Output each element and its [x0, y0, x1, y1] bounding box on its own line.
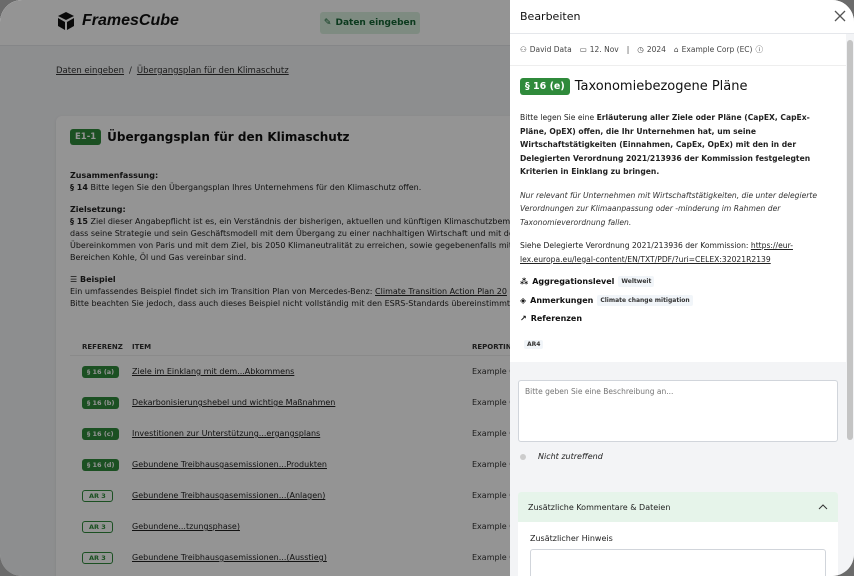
description-input[interactable]: [518, 380, 838, 442]
datapoint-description: Bitte legen Sie eine Erläuterung aller Z…: [520, 111, 836, 179]
scroll-thumb[interactable]: [847, 40, 853, 440]
drawer-scrollbar[interactable]: [846, 34, 854, 576]
aggregation-label: Aggregationslevel: [532, 277, 615, 286]
drawer-header: Bearbeiten: [510, 0, 854, 34]
user-icon: ⚇: [520, 45, 527, 54]
meta-date: ▭ 12. Nov: [580, 45, 619, 54]
additional-hint-input[interactable]: [530, 549, 826, 576]
close-icon[interactable]: [832, 8, 848, 24]
description-intro: Bitte legen Sie eine: [520, 113, 597, 122]
regulation-reference: Siehe Delegierte Verordnung 2021/213936 …: [520, 239, 836, 266]
layers-icon: ◈: [520, 296, 527, 305]
datapoint-title: Taxonomiebezogene Pläne: [574, 79, 748, 94]
meta-year: ◷ 2024: [637, 45, 666, 54]
references: ↗ Referenzen: [520, 314, 836, 323]
reference-chip[interactable]: AR4: [524, 340, 544, 349]
datapoint-relevance-note: Nur relevant für Unternehmen mit Wirtsch…: [520, 190, 818, 227]
aggregation-level: ⁂ Aggregationslevel Weltweit: [520, 276, 836, 287]
meta-year-text: 2024: [646, 45, 666, 54]
accordion-header[interactable]: Zusätzliche Kommentare & Dateien: [518, 492, 838, 522]
meta-company: ⌂ Example Corp (EC) ⓘ: [674, 44, 763, 55]
accordion-title: Zusätzliche Kommentare & Dateien: [528, 502, 671, 512]
edit-drawer: Bearbeiten ⚇ David Data ▭ 12. Nov | ◷ 2024 …: [510, 0, 854, 576]
external-link-icon: ↗: [520, 314, 527, 323]
drawer-content: § 16 (e) Taxonomiebezogene Pläne Bitte l…: [510, 66, 846, 362]
remarks: ◈ Anmerkungen Climate change mitigation: [520, 295, 836, 306]
regulation-text: Siehe Delegierte Verordnung 2021/213936 …: [520, 241, 751, 250]
drawer-meta: ⚇ David Data ▭ 12. Nov | ◷ 2024 ⌂ Example Co…: [510, 34, 846, 66]
clock-icon: ◷: [637, 45, 644, 54]
description-bold: Erläuterung aller Ziele oder Pläne (CapE…: [520, 113, 811, 176]
meta-user: ⚇ David Data: [520, 45, 572, 54]
meta-company-text: Example Corp (EC): [681, 45, 753, 54]
datapoint-tag: § 16 (e): [520, 78, 570, 95]
hierarchy-icon: ⁂: [520, 277, 529, 286]
building-icon: ⌂: [673, 45, 679, 54]
additional-hint-label: Zusätzlicher Hinweis: [530, 534, 613, 543]
remarks-label: Anmerkungen: [530, 296, 594, 305]
meta-user-text: David Data: [529, 45, 572, 54]
chevron-up-icon[interactable]: [818, 504, 828, 510]
not-applicable-toggle[interactable]: Nicht zutreffend: [520, 452, 603, 461]
toggle-dot[interactable]: [520, 453, 526, 460]
info-icon[interactable]: ⓘ: [755, 44, 763, 55]
datapoint-heading: § 16 (e) Taxonomiebezogene Pläne: [520, 78, 836, 95]
aggregation-chip: Weltweit: [618, 276, 655, 287]
calendar-icon: ▭: [579, 45, 587, 54]
drawer-title: Bearbeiten: [520, 10, 581, 23]
meta-separator: |: [626, 45, 630, 54]
remarks-chip: Climate change mitigation: [597, 295, 693, 306]
app-window: FramesCube ✎ Daten eingeben Daten eingeb…: [0, 0, 854, 576]
comments-accordion: Zusätzliche Kommentare & Dateien Zusätzl…: [518, 492, 838, 576]
meta-date-text: 12. Nov: [589, 45, 619, 54]
not-applicable-label: Nicht zutreffend: [538, 452, 603, 461]
references-label: Referenzen: [530, 314, 583, 323]
